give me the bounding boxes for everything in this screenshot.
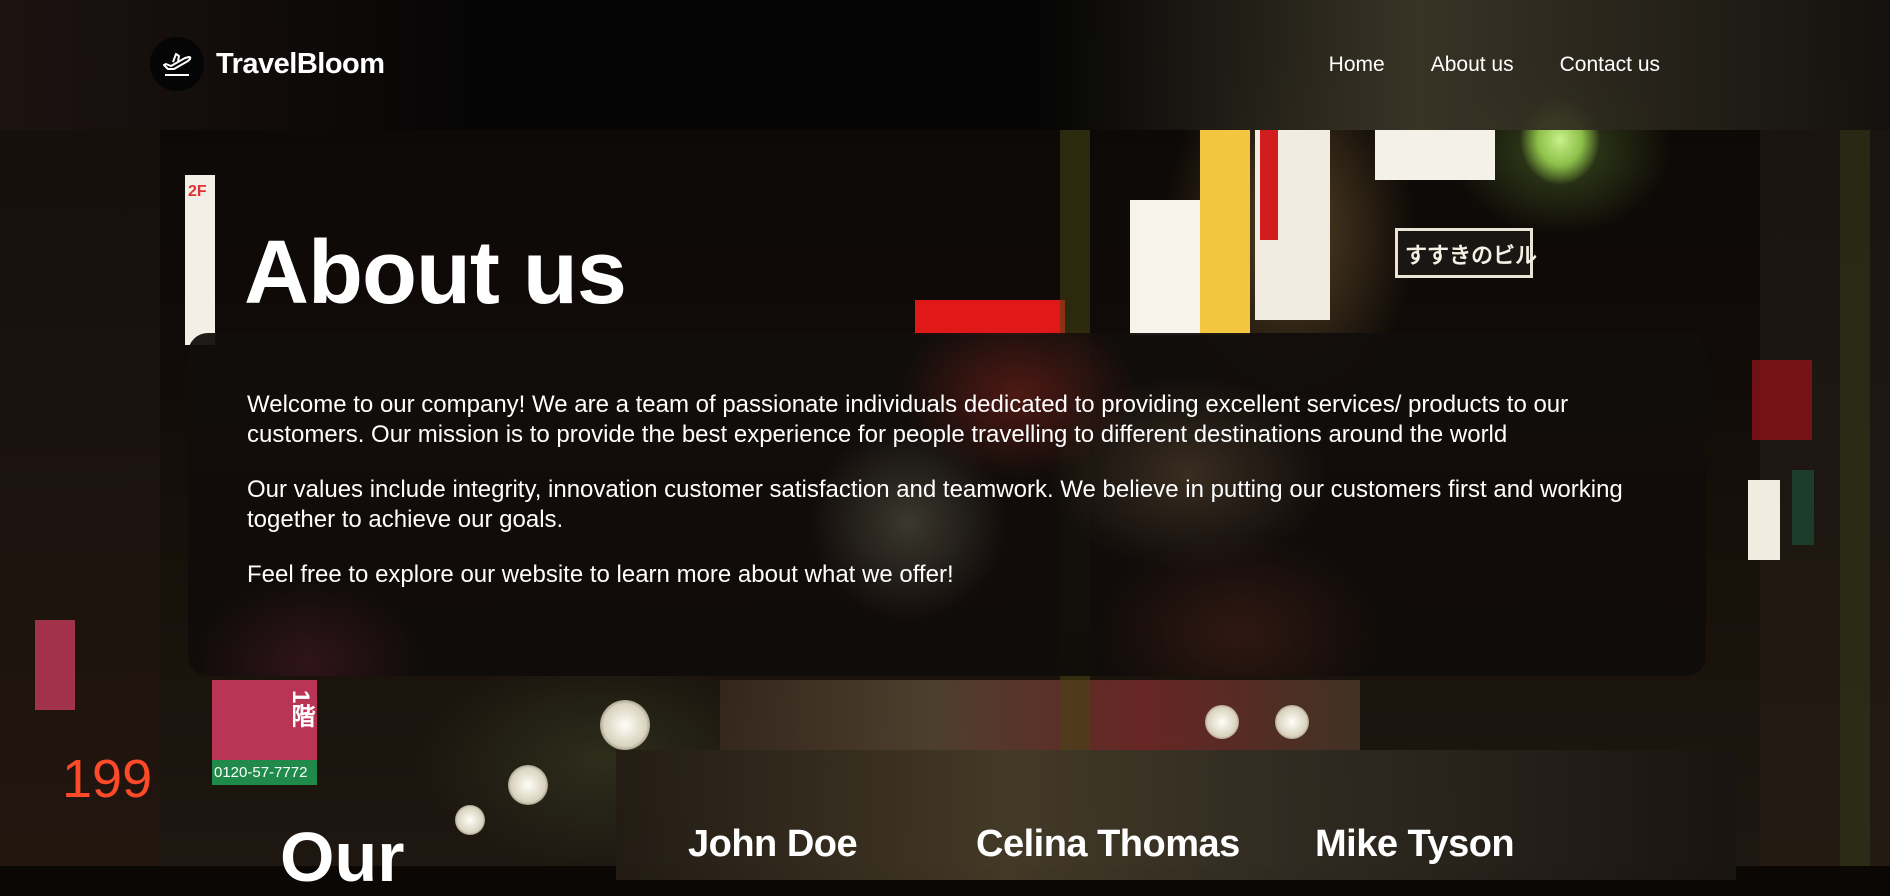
about-card: Welcome to our company! We are a team of… xyxy=(188,333,1706,676)
neon-sign: 199 xyxy=(62,749,153,809)
neon-sign: 2F xyxy=(188,183,207,200)
about-paragraph: Feel free to explore our website to lear… xyxy=(247,561,954,588)
about-paragraph: Welcome to our company! We are a team of… xyxy=(247,391,1569,448)
brand-name: TravelBloom xyxy=(216,47,385,80)
brand-logo-link[interactable]: TravelBloom xyxy=(150,37,385,91)
nav-home-link[interactable]: Home xyxy=(1329,53,1385,77)
team-member-name: Celina Thomas xyxy=(976,823,1240,865)
site-header: TravelBloom Home About us Contact us xyxy=(0,0,1890,130)
nav-contact-link[interactable]: Contact us xyxy=(1560,53,1660,77)
main-nav: Home About us Contact us xyxy=(1329,53,1660,77)
plane-takeoff-icon xyxy=(150,37,204,91)
nav-about-link[interactable]: About us xyxy=(1431,53,1514,77)
team-member-name: John Doe xyxy=(688,823,858,865)
team-member-name: Mike Tyson xyxy=(1315,823,1515,865)
about-paragraph: Our values include integrity, innovation… xyxy=(247,476,1623,533)
neon-sign: 0120-57-7772 xyxy=(214,764,308,781)
neon-sign: 1階 xyxy=(287,690,314,728)
team-section-title: Our xyxy=(280,818,405,896)
page-title: About us xyxy=(244,223,627,323)
neon-sign: すすきのビル xyxy=(1405,243,1538,268)
